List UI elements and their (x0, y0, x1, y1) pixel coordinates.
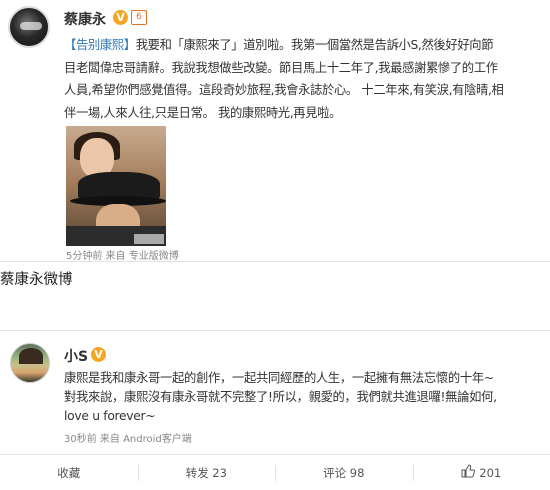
avatar[interactable] (10, 343, 50, 383)
favorite-button[interactable]: 收藏 (0, 455, 138, 490)
comment-button[interactable]: 评论 98 (275, 455, 413, 490)
comment-label: 评论 98 (323, 465, 365, 480)
post-line: 對我來說，康熙沒有康永哥就不完整了!所以，親愛的，我們就共進退囉!無論如何, (64, 390, 497, 404)
post-meta: 5分钟前 来自 专业版微博 (66, 251, 179, 262)
post-line: 人員,希望你們感覺值得。這段奇妙旅程,我會永誌於心。 十二年來,有笑淚,有陰晴,… (64, 83, 504, 97)
action-bar: 收藏 转发 23 评论 98 201 (0, 454, 550, 490)
repost-button[interactable]: 转发 23 (137, 455, 276, 490)
post-line: 伴一場,人來人往,只是日常。 我的康熙時光,再見啦。 (64, 105, 342, 120)
caption: 蔡康永微博 (0, 272, 73, 288)
like-button[interactable]: 201 (412, 455, 550, 490)
post-photo[interactable] (66, 126, 166, 246)
repost-label: 转发 23 (185, 465, 227, 480)
username[interactable]: 蔡康永 (64, 9, 106, 29)
level-badge: 6 (131, 10, 147, 25)
post-line: love u forever~ (64, 409, 156, 423)
post-meta: 30秒前 来自 Android客户端 (64, 434, 192, 445)
post-text: 康熙是我和康永哥一起的創作，一起共同經歷的人生，一起擁有無法忘懷的十年~ 對我來… (64, 369, 546, 426)
topic-tag[interactable]: 【告别康熙】 (64, 38, 136, 52)
post-line: 我要和「康熙來了」道別啦。我第一個當然是告訴小S,然後好好向節 (135, 38, 494, 52)
post-text: 【告别康熙】我要和「康熙來了」道別啦。我第一個當然是告訴小S,然後好好向節 目老… (64, 34, 546, 124)
verified-icon: V (91, 347, 106, 362)
favorite-label: 收藏 (57, 465, 81, 480)
avatar[interactable] (8, 6, 50, 48)
weibo-post-cai-kangyong: 蔡康永 V 6 【告别康熙】我要和「康熙來了」道別啦。我第一個當然是告訴小S,然… (0, 0, 550, 262)
username[interactable]: 小S (64, 346, 88, 366)
verified-icon: V (113, 10, 128, 25)
thumbs-up-icon (461, 463, 476, 482)
post-line: 目老闆偉忠哥請辭。我說我想做些改變。節目馬上十二年了,我最感謝累慘了的工作 (64, 60, 498, 75)
post-line: 康熙是我和康永哥一起的創作，一起共同經歷的人生，一起擁有無法忘懷的十年~ (64, 371, 494, 385)
like-count: 201 (479, 465, 502, 480)
